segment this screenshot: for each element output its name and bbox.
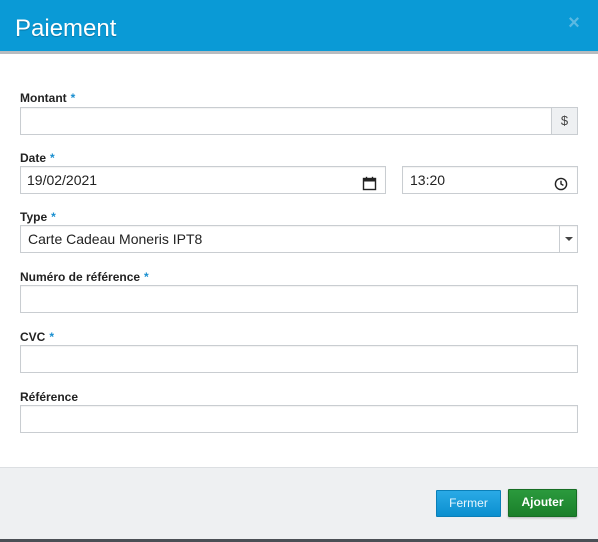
date-label: Date * — [20, 151, 55, 165]
reference-label: Référence — [20, 390, 78, 404]
reference-label-text: Référence — [20, 390, 79, 404]
numero-reference-label-text: Numéro de référence — [20, 270, 141, 284]
numero-reference-input[interactable] — [20, 285, 578, 313]
required-marker: * — [49, 330, 55, 344]
close-button[interactable]: Fermer — [436, 490, 501, 517]
currency-addon: $ — [551, 107, 578, 135]
date-label-text: Date — [20, 151, 47, 165]
type-select[interactable]: Carte Cadeau Moneris IPT8 — [20, 225, 578, 253]
time-value: 13:20 — [410, 172, 446, 188]
dialog-footer: Fermer Ajouter — [0, 467, 598, 539]
cvc-label-text: CVC — [20, 330, 46, 344]
dialog-header: Paiement × — [0, 0, 598, 54]
add-button[interactable]: Ajouter — [508, 489, 577, 517]
required-marker: * — [144, 270, 149, 284]
time-input[interactable]: 13:20 — [402, 166, 578, 194]
date-input[interactable]: 19/02/2021 — [20, 166, 386, 194]
cvc-input[interactable] — [20, 345, 578, 373]
date-value: 19/02/2021 — [27, 172, 98, 188]
close-icon[interactable]: × — [564, 12, 584, 34]
type-selected-value: Carte Cadeau Moneris IPT8 — [28, 231, 203, 247]
chevron-down-icon[interactable] — [559, 226, 577, 252]
required-marker: * — [50, 151, 55, 165]
type-label: Type * — [20, 210, 56, 224]
cvc-label: CVC * — [20, 330, 54, 344]
montant-label-text: Montant — [20, 91, 67, 105]
calendar-icon[interactable] — [362, 173, 377, 199]
required-marker: * — [70, 91, 76, 105]
required-marker: * — [51, 210, 56, 224]
payment-dialog: Paiement × Montant * $ Date * 19/02/2021 1… — [0, 0, 598, 542]
numero-reference-label: Numéro de référence * — [20, 270, 149, 284]
type-label-text: Type — [20, 210, 48, 224]
montant-label: Montant * — [20, 91, 75, 105]
clock-icon[interactable] — [554, 173, 568, 199]
dialog-title: Paiement — [15, 15, 117, 42]
montant-input[interactable] — [20, 107, 552, 135]
reference-input[interactable] — [20, 405, 578, 433]
